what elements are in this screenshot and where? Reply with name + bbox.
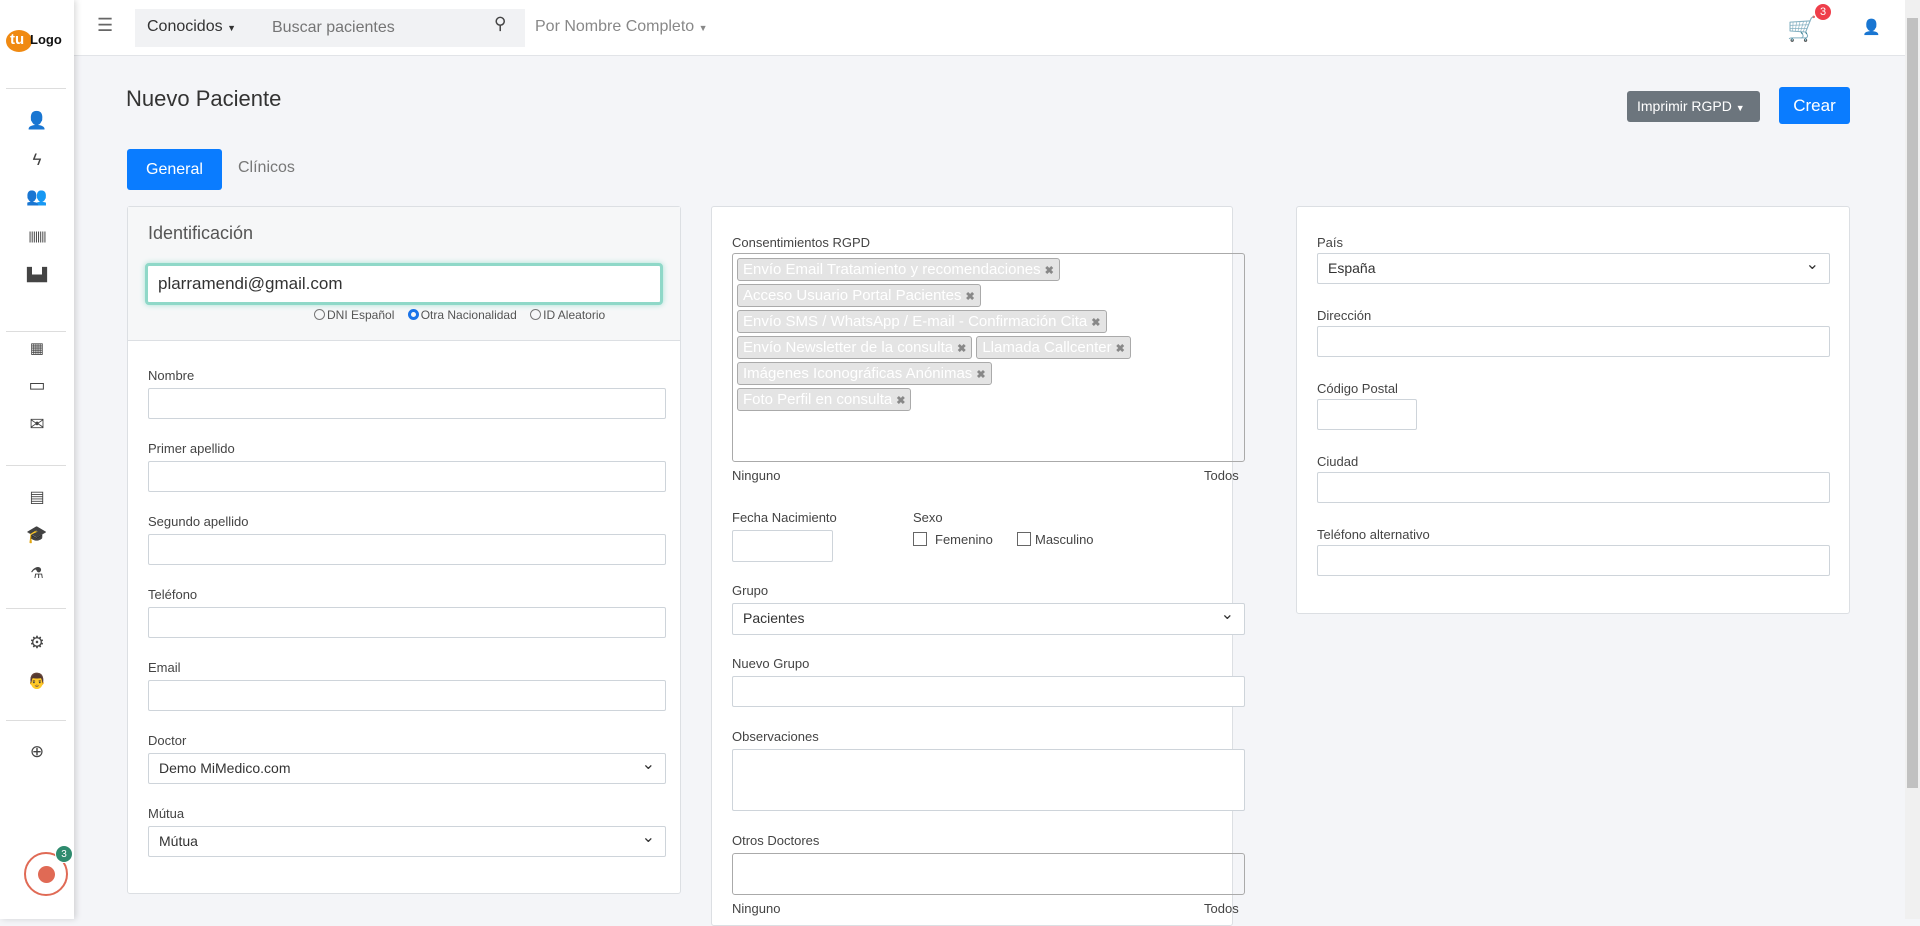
alt-phone-input[interactable] <box>1317 545 1830 576</box>
search-icon[interactable]: ⚲ <box>494 14 506 34</box>
address-input[interactable] <box>1317 326 1830 357</box>
other-doctors-all-link[interactable]: Todos <box>1204 901 1239 916</box>
create-button[interactable]: Crear <box>1779 87 1850 124</box>
search-input[interactable] <box>260 9 525 47</box>
user-menu-icon[interactable]: 👤 <box>1862 18 1881 36</box>
doctor-label: Doctor <box>148 733 187 748</box>
scrollbar[interactable] <box>1905 0 1920 919</box>
known-filter-dropdown[interactable]: Conocidos ▼ <box>135 9 260 47</box>
group-label: Grupo <box>732 583 769 598</box>
id-type-radios: DNI Español Otra Nacionalidad ID Aleator… <box>314 308 605 322</box>
topbar: ☰ Conocidos ▼ ⚲ Por Nombre Completo ▼ 🛒 … <box>74 0 1905 56</box>
user-icon[interactable]: 👤 <box>24 110 50 132</box>
segundo-apellido-input[interactable] <box>148 534 666 565</box>
search-mode-dropdown[interactable]: Por Nombre Completo ▼ <box>535 18 708 36</box>
address-card: País España Dirección Código Postal Ciud… <box>1296 206 1850 614</box>
other-doctors-label: Otros Doctores <box>732 833 820 848</box>
graduation-cap-icon[interactable]: 🎓 <box>24 524 50 546</box>
remove-tag-icon[interactable]: ✖ <box>1045 265 1054 277</box>
primer-apellido-label: Primer apellido <box>148 441 235 456</box>
country-select[interactable]: España <box>1317 253 1830 284</box>
barcode-icon[interactable]: |||||||| <box>24 225 50 247</box>
city-input[interactable] <box>1317 472 1830 503</box>
group-select[interactable]: Pacientes <box>732 603 1245 635</box>
birth-date-input[interactable] <box>732 530 833 562</box>
doctor-icon[interactable]: 👨 <box>24 670 50 692</box>
envelope-icon[interactable]: ✉ <box>24 413 50 435</box>
hamburger-icon[interactable]: ☰ <box>97 15 113 36</box>
remove-tag-icon[interactable]: ✖ <box>896 395 905 407</box>
zip-label: Código Postal <box>1317 381 1398 396</box>
new-group-label: Nuevo Grupo <box>732 656 810 671</box>
users-icon[interactable]: 👥 <box>24 186 50 208</box>
email-input[interactable] <box>148 680 666 711</box>
consent-tag[interactable]: Imágenes Iconográficas Anónimas ✖ <box>737 362 992 385</box>
cart-badge: 3 <box>1815 4 1831 20</box>
sex-label: Sexo <box>913 510 943 525</box>
consent-tag[interactable]: Envío SMS / WhatsApp / E-mail - Confirma… <box>737 310 1107 333</box>
bolt-icon[interactable]: ϟ <box>24 149 50 171</box>
mutua-label: Mútua <box>148 806 185 821</box>
address-label: Dirección <box>1317 308 1372 323</box>
notes-label: Observaciones <box>732 729 819 744</box>
other-doctors-none-link[interactable]: Ninguno <box>732 901 780 916</box>
tab-clinicos[interactable]: Clínicos <box>238 159 295 177</box>
consent-tag[interactable]: Llamada Callcenter ✖ <box>976 336 1131 359</box>
email-label: Email <box>148 660 181 675</box>
consent-tag[interactable]: Envío Email Tratamiento y recomendacione… <box>737 258 1060 281</box>
radio-id-aleatorio[interactable]: ID Aleatorio <box>530 308 605 322</box>
remove-tag-icon[interactable]: ✖ <box>976 369 985 381</box>
tab-general[interactable]: General <box>127 149 222 190</box>
print-rgpd-button[interactable]: Imprimir RGPD ▼ <box>1627 91 1760 122</box>
telefono-label: Teléfono <box>148 587 198 602</box>
city-label: Ciudad <box>1317 454 1359 469</box>
primer-apellido-input[interactable] <box>148 461 666 492</box>
sex-male-checkbox[interactable]: Masculino <box>1017 532 1094 547</box>
remove-tag-icon[interactable]: ✖ <box>1091 317 1100 329</box>
consents-none-link[interactable]: Ninguno <box>732 468 780 483</box>
consents-label: Consentimientos RGPD <box>732 235 870 250</box>
consent-tag[interactable]: Envío Newsletter de la consulta ✖ <box>737 336 973 359</box>
segundo-apellido-label: Segundo apellido <box>148 514 249 529</box>
identification-input[interactable]: plarramendi@gmail.com <box>145 263 663 305</box>
radio-otra-nacionalidad[interactable]: Otra Nacionalidad <box>407 308 517 322</box>
remove-tag-icon[interactable]: ✖ <box>957 343 966 355</box>
alt-phone-label: Teléfono alternativo <box>1317 527 1430 542</box>
doctor-select[interactable]: Demo MiMedico.com <box>148 753 666 784</box>
mutua-select[interactable]: Mútua <box>148 826 666 857</box>
sex-female-checkbox[interactable]: Femenino <box>913 532 993 547</box>
identification-card: Identificación plarramendi@gmail.com DNI… <box>127 206 681 894</box>
zip-input[interactable] <box>1317 399 1417 430</box>
other-doctors-select[interactable] <box>732 853 1245 895</box>
new-group-input[interactable] <box>732 676 1245 707</box>
notes-textarea[interactable] <box>732 749 1245 811</box>
record-badge: 3 <box>55 845 73 863</box>
nombre-label: Nombre <box>148 368 195 383</box>
calendar-icon[interactable]: ▦ <box>24 337 50 359</box>
consents-select[interactable]: Envío Email Tratamiento y recomendacione… <box>732 253 1245 462</box>
page-title: Nuevo Paciente <box>126 86 282 111</box>
cart-icon[interactable]: 🛒 <box>1787 15 1817 44</box>
chart-icon[interactable]: ▙▟ <box>24 264 50 286</box>
credit-card-icon[interactable]: ▭ <box>24 374 50 396</box>
country-label: País <box>1317 235 1344 250</box>
consent-tag[interactable]: Acceso Usuario Portal Pacientes ✖ <box>737 284 981 307</box>
newspaper-icon[interactable]: ▤ <box>24 486 50 508</box>
telefono-input[interactable] <box>148 607 666 638</box>
consents-all-link[interactable]: Todos <box>1204 468 1239 483</box>
cogs-icon[interactable]: ⚙ <box>24 632 50 654</box>
flask-icon[interactable]: ⚗ <box>24 562 50 584</box>
consents-card: Consentimientos RGPD Envío Email Tratami… <box>711 206 1245 926</box>
lifebuoy-icon[interactable]: ⊕ <box>24 741 50 763</box>
sidebar: tu Logo 👤 ϟ 👥 |||||||| ▙▟ ▦ ▭ ✉ ▤ 🎓 ⚗ ⚙ … <box>0 0 74 919</box>
birth-date-label: Fecha Nacimiento <box>732 510 837 525</box>
consent-tag[interactable]: Foto Perfil en consulta ✖ <box>737 388 912 411</box>
remove-tag-icon[interactable]: ✖ <box>1116 343 1125 355</box>
logo[interactable]: tu Logo <box>2 28 72 54</box>
nombre-input[interactable] <box>148 388 666 419</box>
remove-tag-icon[interactable]: ✖ <box>965 291 974 303</box>
radio-dni[interactable]: DNI Español <box>314 308 394 322</box>
identification-title: Identificación <box>148 223 254 243</box>
